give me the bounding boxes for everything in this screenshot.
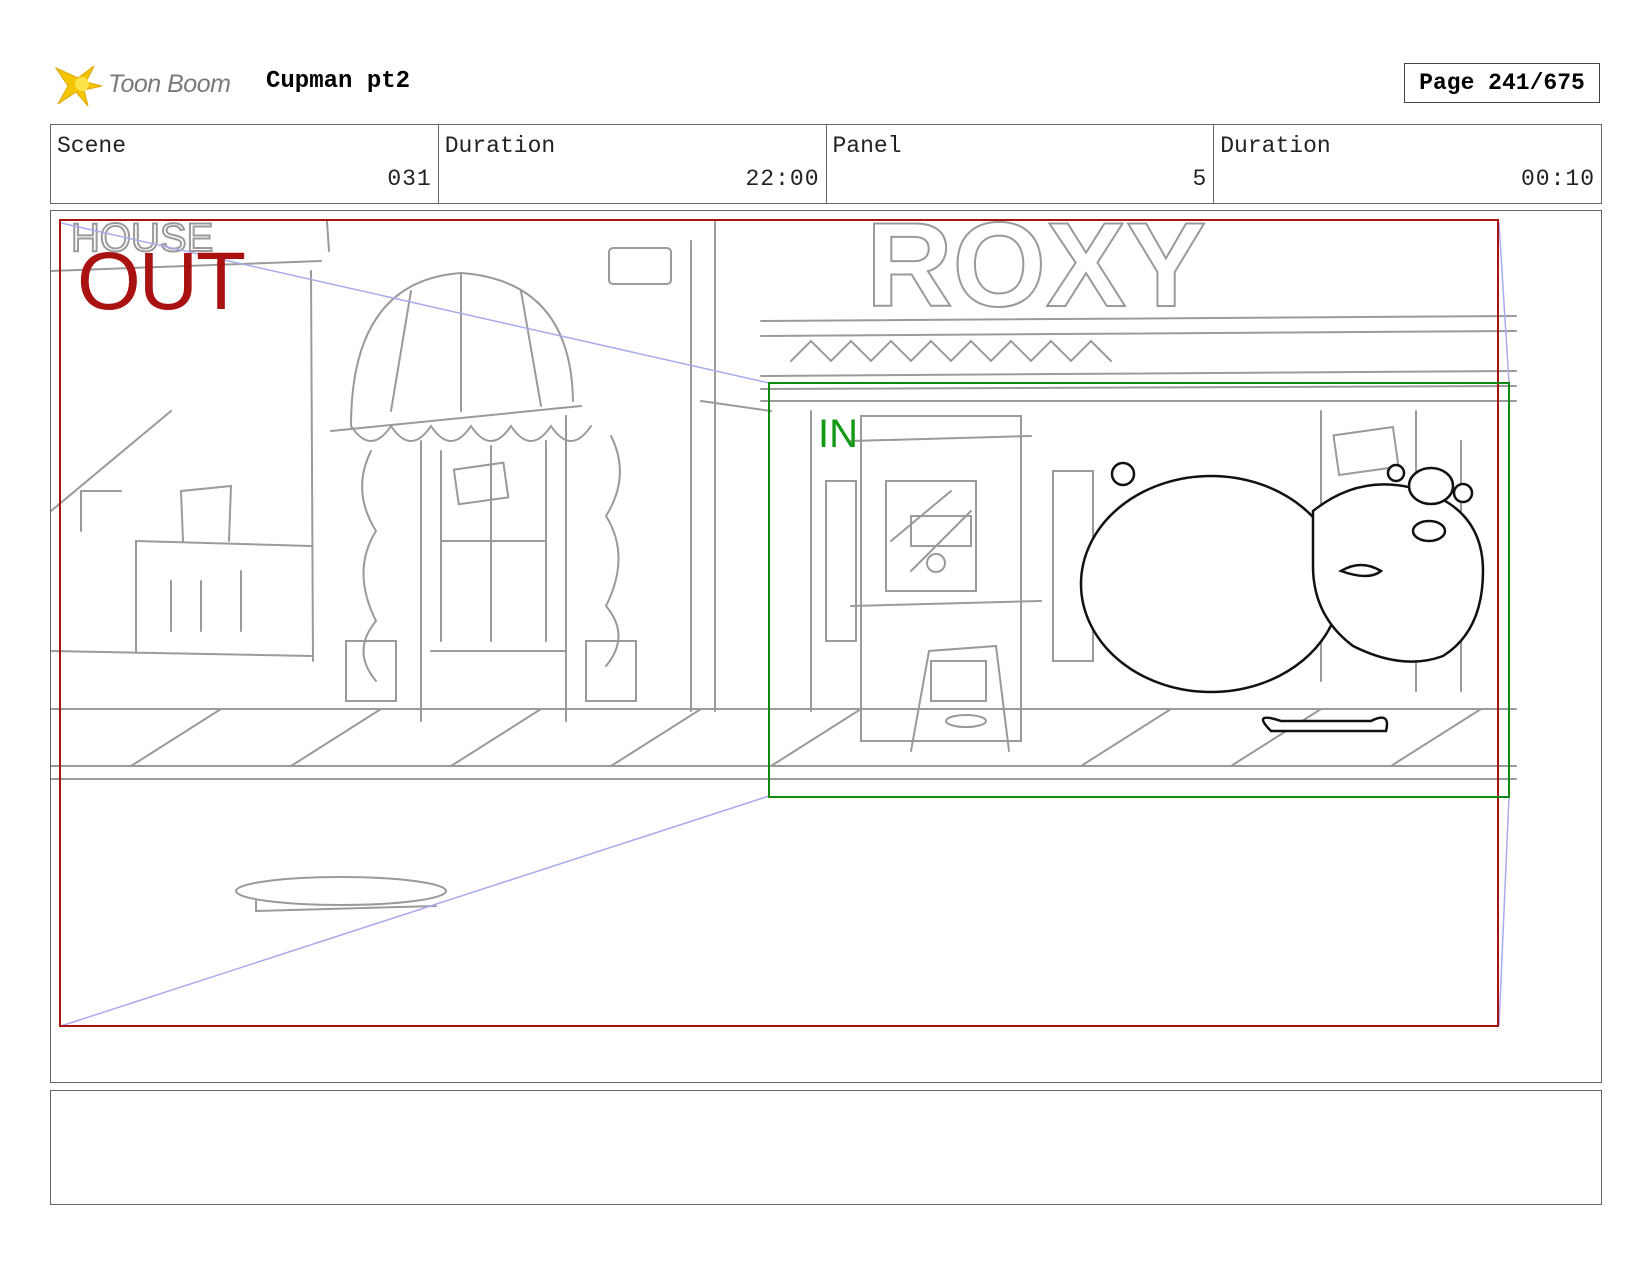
scene-value: 031 <box>387 166 432 192</box>
panel-duration-cell: Duration 00:10 <box>1214 125 1601 203</box>
starburst-logo-icon <box>54 65 103 107</box>
scene-duration-cell: Duration 22:00 <box>439 125 827 203</box>
scene-label: Scene <box>57 133 127 159</box>
logo-text: Toon Boom <box>108 69 231 98</box>
out-frame-label: OUT <box>77 236 246 327</box>
scene-cell: Scene 031 <box>51 125 439 203</box>
scene-duration-label: Duration <box>444 133 556 159</box>
scene-duration-value: 22:00 <box>745 166 820 192</box>
panel-duration-label: Duration <box>1220 133 1331 159</box>
toon-boom-logo: Toon Boom <box>52 58 231 110</box>
panel-sketch: ROXY HOUSE <box>51 211 1517 1027</box>
panel-label: Panel <box>832 133 902 159</box>
page-indicator: Page 241/675 <box>1404 63 1600 103</box>
project-title: Cupman pt2 <box>266 68 411 95</box>
hippo-character <box>1079 461 1485 733</box>
in-frame-label: IN <box>818 412 858 456</box>
scene-info-table: Scene 031 Duration 22:00 Panel 5 Duratio… <box>50 124 1602 204</box>
panel-cell: Panel 5 <box>827 125 1215 203</box>
panel-duration-value: 00:10 <box>1520 166 1595 192</box>
panel-value: 5 <box>1192 166 1208 192</box>
storyboard-panel: ROXY HOUSE OUT IN <box>50 210 1602 1083</box>
marquee-sign: ROXY <box>866 211 1206 332</box>
panel-notes-box[interactable] <box>50 1090 1602 1205</box>
